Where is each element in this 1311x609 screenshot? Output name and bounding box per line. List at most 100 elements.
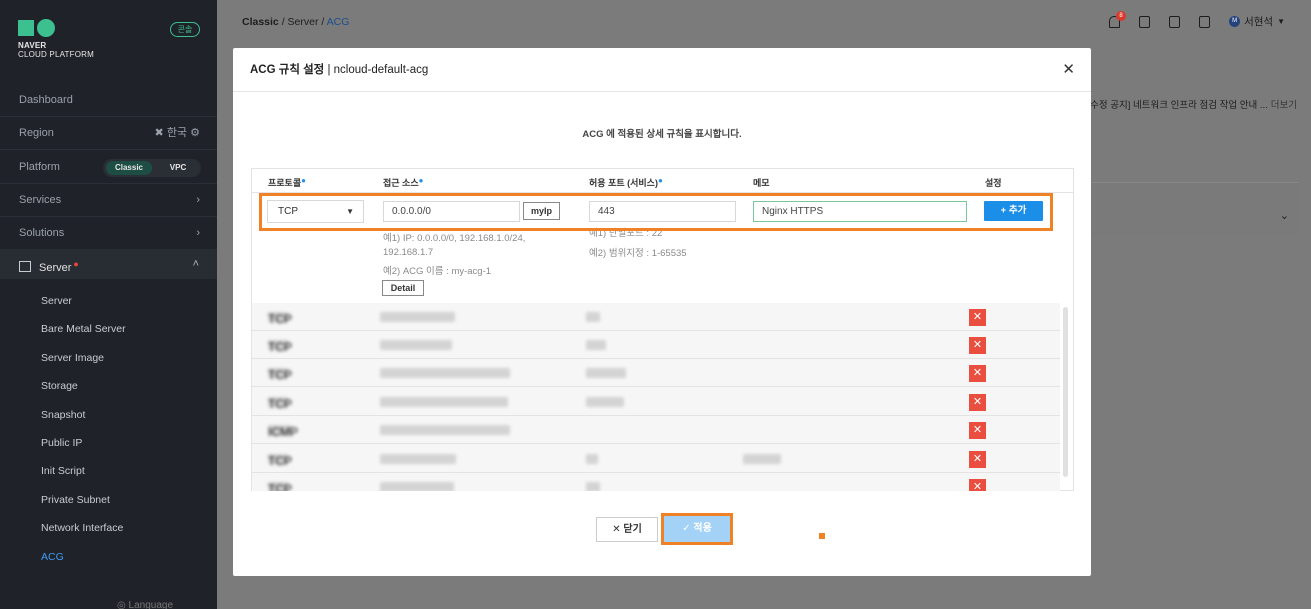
sidebar-item-acg[interactable]: ACG — [41, 551, 64, 563]
top-bar: Classic / Server / ACG 8 M 서현석 ▼ — [217, 0, 1311, 44]
column-header-protocol: 프로토콜● — [268, 176, 306, 188]
user-menu[interactable]: M 서현석 ▼ — [1229, 14, 1285, 29]
sidebar-item-public-ip[interactable]: Public IP — [41, 437, 82, 449]
region-selector[interactable]: ✖ 한국 ⚙ — [155, 117, 200, 150]
sidebar-item-snapshot[interactable]: Snapshot — [41, 409, 85, 421]
table-row: TCP ✕ — [252, 303, 1060, 331]
rule-protocol: TCP — [268, 482, 292, 491]
sidebar-item-network-interface[interactable]: Network Interface — [41, 522, 123, 534]
sidebar-item-label: Platform — [19, 161, 60, 173]
server-icon — [19, 261, 31, 272]
cursor-marker — [819, 533, 825, 539]
detail-button[interactable]: Detail — [382, 280, 424, 296]
redacted-port — [586, 368, 626, 378]
delete-rule-button[interactable]: ✕ — [969, 365, 986, 382]
table-row: TCP ✕ — [252, 359, 1060, 387]
redacted-source — [380, 454, 456, 464]
toolbar-icons: 8 M 서현석 ▼ — [1109, 10, 1285, 29]
chevron-right-icon: › — [196, 194, 200, 206]
language-selector[interactable]: ◎ Language — [117, 600, 173, 609]
port-hint-2: 예2) 범위지정 : 1-65535 — [589, 248, 687, 259]
caret-down-icon: ▼ — [1277, 17, 1285, 26]
table-header: 프로토콜● 접근 소스● 허용 포트 (서비스)● 메모 설정 — [252, 169, 1073, 193]
delete-rule-button[interactable]: ✕ — [969, 309, 986, 326]
table-row: ICMP ✕ — [252, 416, 1060, 444]
sidebar-item-services[interactable]: Services › — [0, 184, 217, 217]
scrollbar[interactable] — [1063, 307, 1068, 477]
rule-protocol: TCP — [268, 340, 292, 354]
close-icon[interactable]: ✕ — [1062, 62, 1075, 77]
redacted-port — [586, 397, 624, 407]
region-value: 한국 — [166, 127, 188, 139]
sidebar-item-server[interactable]: Server — [41, 295, 72, 307]
sidebar-item-private-subnet[interactable]: Private Subnet — [41, 494, 110, 506]
sidebar-item-solutions[interactable]: Solutions › — [0, 217, 217, 250]
sidebar-item-storage[interactable]: Storage — [41, 380, 78, 392]
rule-protocol: TCP — [268, 454, 292, 468]
redacted-port — [586, 340, 606, 350]
edit-icon[interactable] — [1169, 15, 1181, 28]
sidebar-item-dashboard[interactable]: Dashboard — [0, 84, 217, 117]
table-row: TCP ✕ — [252, 445, 1060, 473]
sidebar-item-server-image[interactable]: Server Image — [41, 352, 104, 364]
breadcrumb-item[interactable]: Server — [288, 16, 319, 28]
chevron-down-icon[interactable]: ⌄ — [1280, 209, 1289, 222]
platform-option-classic[interactable]: Classic — [106, 161, 152, 175]
delete-rule-button[interactable]: ✕ — [969, 479, 986, 491]
breadcrumb-current[interactable]: ACG — [327, 16, 350, 28]
table-row: TCP ✕ — [252, 473, 1060, 491]
source-hint-2: 192.168.1.7 — [383, 247, 434, 258]
sidebar-item-label: Dashboard — [19, 94, 73, 106]
sidebar-item-bare-metal[interactable]: Bare Metal Server — [41, 323, 126, 335]
notice-text: [수정 공지] 네트워크 인프라 점검 작업 안내 ... — [1087, 100, 1268, 111]
chevron-right-icon: › — [196, 227, 200, 239]
brand-line1: NAVER — [18, 41, 47, 50]
sidebar-item-init-script[interactable]: Init Script — [41, 465, 85, 477]
notice-more-link[interactable]: 더보기 — [1271, 100, 1297, 111]
close-button[interactable]: ✕ 닫기 — [596, 517, 658, 542]
background-card: ⌄ — [1079, 182, 1299, 236]
delete-rule-button[interactable]: ✕ — [969, 422, 986, 439]
sidebar-item-region[interactable]: Region ✖ 한국 ⚙ — [0, 117, 217, 150]
flag-icon: ✖ — [154, 127, 164, 139]
new-dot: ● — [73, 259, 79, 269]
sidebar-section-label: Server — [39, 262, 72, 274]
brand-line2: CLOUD PLATFORM — [18, 50, 94, 59]
notice-bar[interactable]: [수정 공지] 네트워크 인프라 점검 작업 안내 ... 더보기 — [1088, 97, 1298, 111]
naver-logo-icon — [18, 19, 94, 37]
language-label: Language — [128, 600, 174, 609]
source-hint-3: 예2) ACG 이름 : my-acg-1 — [383, 266, 492, 277]
platform-option-vpc[interactable]: VPC — [158, 161, 198, 175]
delete-rule-button[interactable]: ✕ — [969, 394, 986, 411]
breadcrumb-item[interactable]: Classic — [242, 16, 279, 28]
table-row: TCP ✕ — [252, 388, 1060, 416]
book-icon[interactable] — [1199, 15, 1211, 28]
breadcrumb: Classic / Server / ACG — [242, 16, 350, 28]
chevron-up-icon: ˄ — [192, 258, 199, 270]
console-badge[interactable]: 콘솔 — [170, 22, 200, 37]
rules-table: 프로토콜● 접근 소스● 허용 포트 (서비스)● 메모 설정 TCP ▼ 0.0… — [251, 168, 1074, 491]
apply-button[interactable]: ✓ 적용 — [664, 516, 730, 542]
delete-rule-button[interactable]: ✕ — [969, 451, 986, 468]
rule-protocol: TCP — [268, 312, 292, 326]
platform-toggle[interactable]: Classic VPC — [103, 159, 201, 177]
gear-icon[interactable]: ⚙ — [190, 127, 200, 139]
table-row: TCP ✕ — [252, 331, 1060, 359]
modal-title: ACG 규칙 설정 | ncloud-default-acg — [233, 48, 1091, 92]
sidebar-item-label: Services — [19, 194, 62, 206]
redacted-source — [380, 340, 452, 350]
redacted-source — [380, 368, 510, 378]
column-header-source: 접근 소스● — [383, 176, 424, 188]
column-header-port: 허용 포트 (서비스)● — [589, 176, 663, 188]
brand-logo[interactable]: NAVER CLOUD PLATFORM — [18, 19, 94, 59]
column-header-settings: 설정 — [985, 178, 1002, 188]
rule-protocol: ICMP — [268, 425, 298, 439]
redacted-port — [586, 454, 598, 464]
bell-icon[interactable]: 8 — [1109, 10, 1127, 28]
chat-icon[interactable] — [1139, 15, 1151, 28]
source-hint-1: 예1) IP: 0.0.0.0/0, 192.168.1.0/24, — [383, 233, 526, 244]
sidebar-section-server[interactable]: Server ● ˄ — [0, 249, 217, 279]
redacted-source — [380, 397, 508, 407]
delete-rule-button[interactable]: ✕ — [969, 337, 986, 354]
modal-title-acg-name: | ncloud-default-acg — [327, 64, 429, 76]
